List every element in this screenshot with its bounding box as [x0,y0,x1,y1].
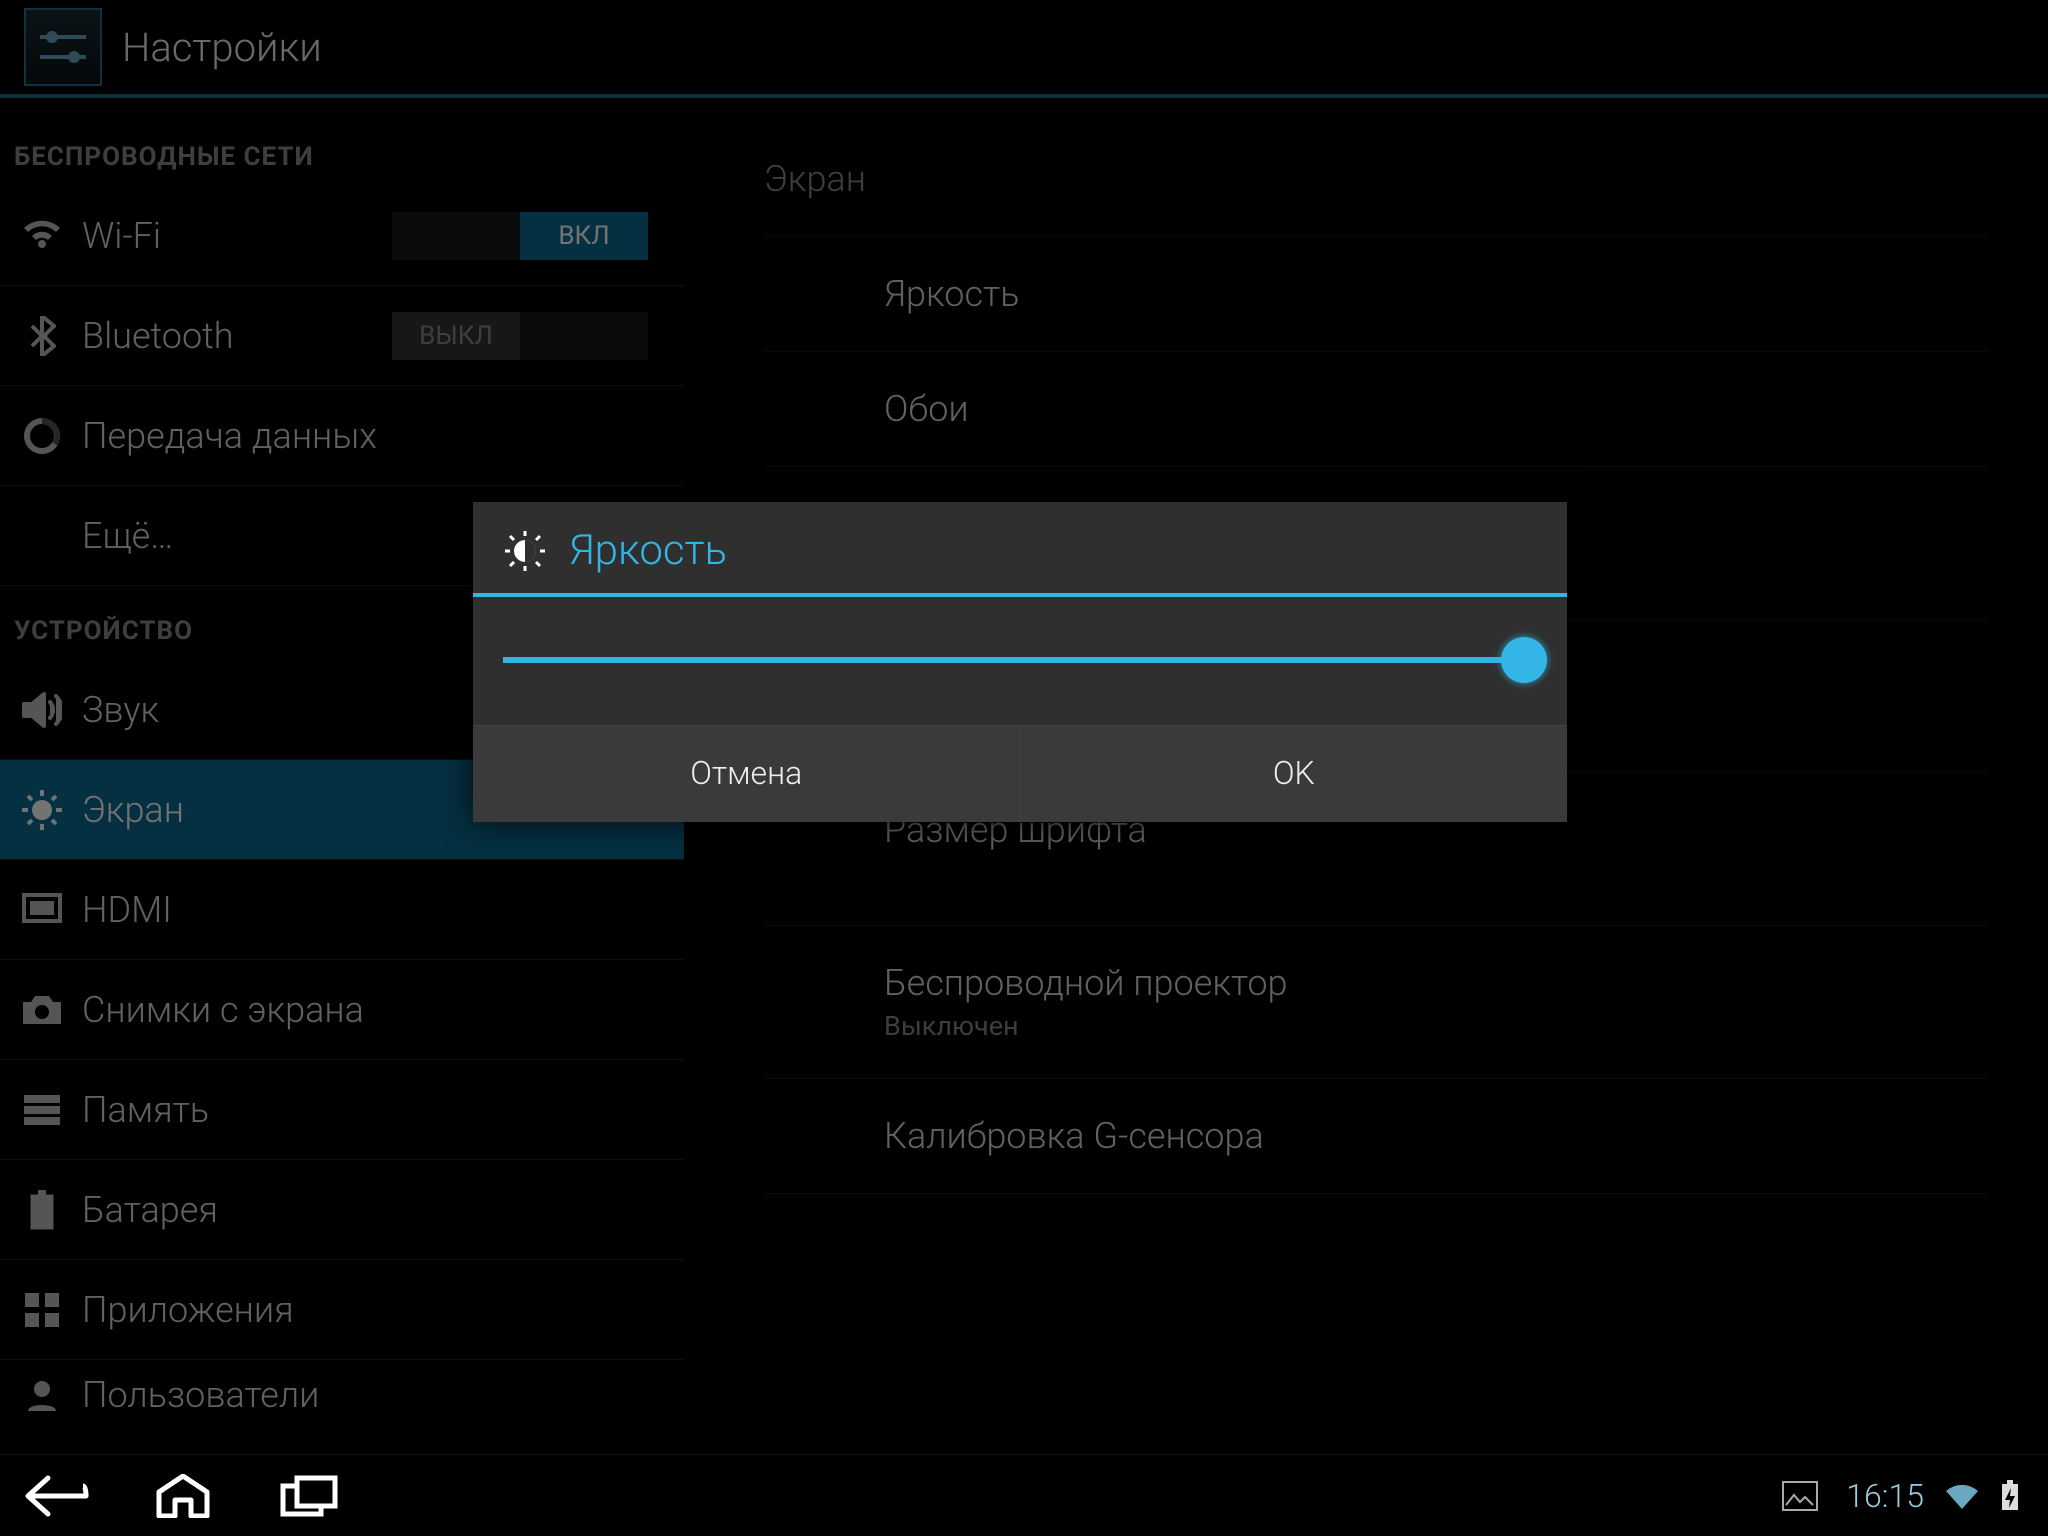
dialog-header: Яркость [473,502,1567,597]
ok-button[interactable]: OK [1020,726,1568,822]
dialog-title: Яркость [569,526,727,575]
system-bar: 16:15 [0,1454,2048,1536]
battery-charging-icon [2000,1480,2020,1512]
brightness-dialog: Яркость Отмена OK [473,502,1567,822]
dialog-body [473,597,1567,725]
brightness-slider[interactable] [503,657,1537,663]
cancel-button[interactable]: Отмена [473,726,1020,822]
gallery-icon [1782,1481,1818,1511]
home-button[interactable] [148,1474,218,1518]
status-icons[interactable]: 16:15 [1782,1477,2020,1515]
nav-buttons [22,1474,344,1518]
recent-apps-button[interactable] [274,1474,344,1518]
clock: 16:15 [1846,1477,1924,1515]
back-button[interactable] [22,1474,92,1518]
slider-thumb[interactable] [1501,637,1547,683]
dialog-button-bar: Отмена OK [473,725,1567,822]
brightness-icon [503,529,547,573]
wifi-status-icon [1944,1481,1980,1511]
